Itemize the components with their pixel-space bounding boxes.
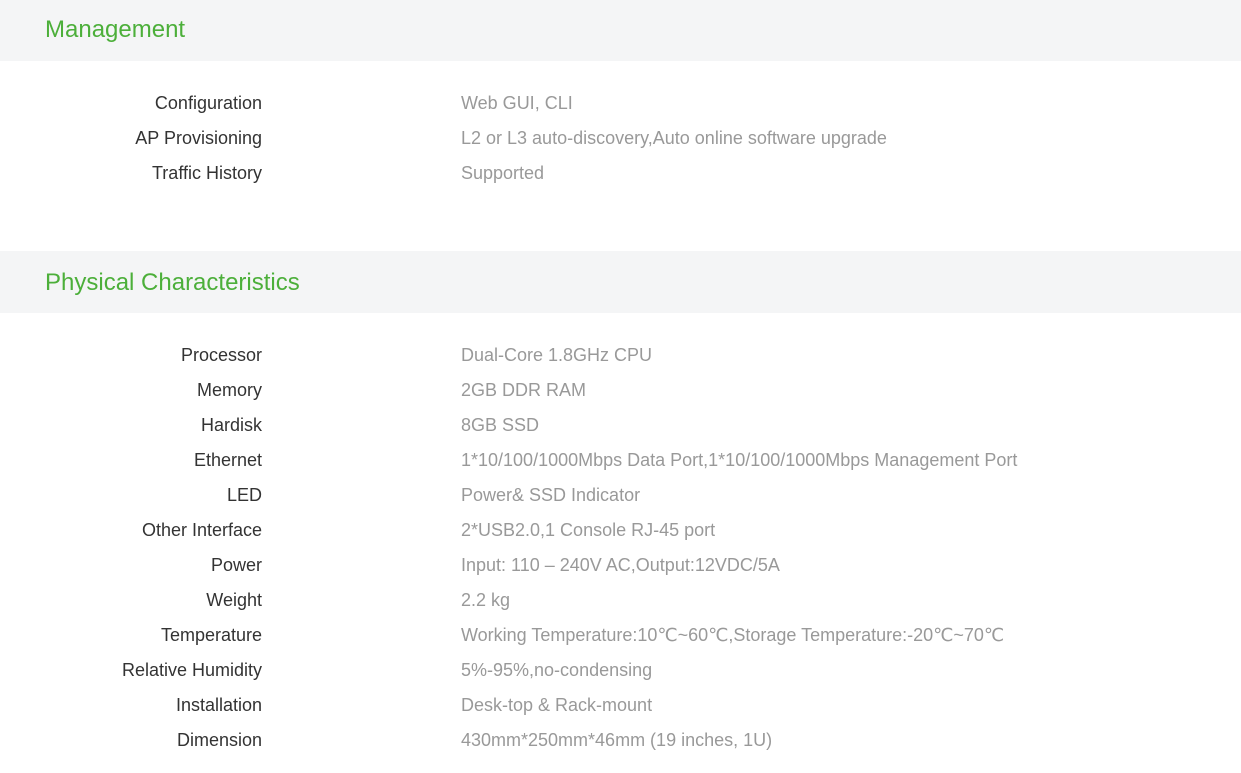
spec-label: Ethernet [193, 450, 262, 470]
spec-value: 430mm*250mm*46mm (19 inches, 1U) [461, 730, 773, 750]
spec-value: 2.2 kg [461, 590, 511, 610]
spec-label: Memory [196, 380, 262, 400]
spec-value: 5%-95%,no-condensing [461, 660, 653, 680]
spec-row-temperature: Temperature Working Temperature:10℃~60℃,… [0, 618, 1241, 653]
spec-label: Other Interface [141, 520, 262, 540]
spec-row-ethernet: Ethernet 1*10/100/1000Mbps Data Port,1*1… [0, 443, 1241, 478]
spec-row-processor: Processor Dual-Core 1.8GHz CPU [0, 338, 1241, 373]
spec-label: Weight [206, 590, 262, 610]
spec-value: 2GB DDR RAM [461, 380, 587, 400]
spec-row-configuration: Configuration Web GUI, CLI [0, 86, 1241, 121]
spec-row-hardisk: Hardisk 8GB SSD [0, 408, 1241, 443]
spec-label: Dimension [176, 730, 262, 750]
spec-page: Management Configuration Web GUI, CLI AP… [0, 0, 1241, 773]
spec-row-traffic-history: Traffic History Supported [0, 156, 1241, 191]
spec-value: 1*10/100/1000Mbps Data Port,1*10/100/100… [461, 450, 1018, 470]
spec-label: AP Provisioning [135, 128, 262, 148]
spec-label: Relative Humidity [121, 660, 262, 680]
spec-row-other-interface: Other Interface 2*USB2.0,1 Console RJ-45… [0, 513, 1241, 548]
spec-value: Working Temperature:10℃~60℃,Storage Temp… [461, 625, 1005, 645]
spec-value: Web GUI, CLI [461, 93, 573, 113]
spec-label: Processor [180, 345, 262, 365]
spec-label: Configuration [154, 93, 262, 113]
spec-value: L2 or L3 auto-discovery,Auto online soft… [461, 128, 887, 148]
spec-row-led: LED Power& SSD Indicator [0, 478, 1241, 513]
spec-label: Hardisk [200, 415, 262, 435]
spec-row-weight: Weight 2.2 kg [0, 583, 1241, 618]
spec-row-relative-humidity: Relative Humidity 5%-95%,no-condensing [0, 653, 1241, 688]
spec-row-memory: Memory 2GB DDR RAM [0, 373, 1241, 408]
spec-value: 2*USB2.0,1 Console RJ-45 port [461, 520, 716, 540]
spec-label: Temperature [160, 625, 262, 645]
management-section-header: Management [0, 0, 1241, 61]
spec-label: Traffic History [151, 163, 262, 183]
spec-label: LED [226, 485, 262, 505]
spec-value: Power& SSD Indicator [461, 485, 641, 505]
spec-label: Installation [175, 695, 262, 715]
spec-value: Desk-top & Rack-mount [461, 695, 653, 715]
spec-row-ap-provisioning: AP Provisioning L2 or L3 auto-discovery,… [0, 121, 1241, 156]
physical-section-title: Physical Characteristics [45, 269, 300, 296]
spec-value: 8GB SSD [461, 415, 540, 435]
spec-row-installation: Installation Desk-top & Rack-mount [0, 688, 1241, 723]
spec-value: Dual-Core 1.8GHz CPU [461, 345, 653, 365]
spec-row-dimension: Dimension 430mm*250mm*46mm (19 inches, 1… [0, 723, 1241, 758]
management-section-title: Management [45, 16, 186, 43]
physical-section-header: Physical Characteristics [0, 251, 1241, 313]
spec-value: Input: 110 – 240V AC,Output:12VDC/5A [461, 555, 780, 575]
spec-value: Supported [461, 163, 545, 183]
spec-label: Power [210, 555, 262, 575]
spec-row-power: Power Input: 110 – 240V AC,Output:12VDC/… [0, 548, 1241, 583]
